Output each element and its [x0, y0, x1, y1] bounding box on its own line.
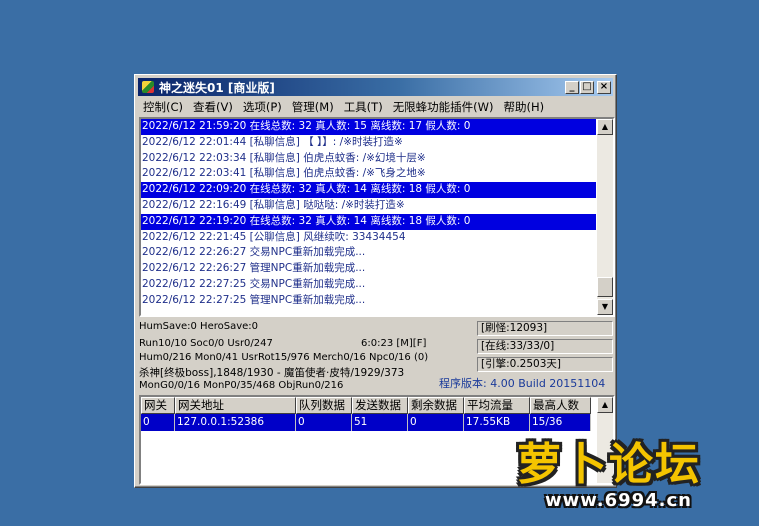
- log-line: 2022/6/12 22:03:41 [私聊信息] 伯虎点蚊香: /※飞身之地※: [142, 167, 426, 180]
- program-version: 程序版本: 4.00 Build 20151104: [439, 377, 606, 390]
- log-line: 2022/6/12 22:03:34 [私聊信息] 伯虎点蚊香: /※幻境十层※: [142, 151, 426, 164]
- log-scrollbar[interactable]: ▲ ▼: [597, 119, 613, 315]
- log-line: 2022/6/12 22:21:45 [公聊信息] 风继续吹: 33434454: [142, 230, 406, 243]
- status-hum: Hum0/216 Mon0/41 UsrRot15/976 Merch0/16 …: [139, 352, 429, 363]
- cell: 0: [408, 414, 464, 431]
- engine-uptime: [引擎:0.2503天]: [477, 357, 613, 372]
- col-remaining[interactable]: 剩余数据: [408, 397, 464, 414]
- menu-view[interactable]: 查看(V): [188, 99, 238, 115]
- menu-bar: 控制(C) 查看(V) 选项(P) 管理(M) 工具(T) 无限蜂功能插件(W)…: [138, 97, 613, 116]
- log-line: 2022/6/12 22:09:20 在线总数: 32 真人数: 14 离线数:…: [141, 182, 596, 198]
- status-save: HumSave:0 HeroSave:0: [139, 321, 259, 332]
- scroll-up-icon[interactable]: ▲: [597, 397, 613, 413]
- status-mon: MonG0/0/16 MonP0/35/468 ObjRun0/216: [139, 380, 344, 391]
- maximize-button[interactable]: □: [580, 80, 594, 94]
- col-sent[interactable]: 发送数据: [352, 397, 408, 414]
- minimize-button[interactable]: _: [565, 80, 579, 94]
- status-run: Run10/10 Soc0/0 Usr0/247: [139, 338, 273, 349]
- refresh-count: [刷怪:12093]: [477, 321, 613, 336]
- scroll-down-icon[interactable]: ▼: [597, 299, 613, 315]
- window-title: 神之迷失01 [商业版]: [159, 80, 275, 95]
- menu-tools[interactable]: 工具(T): [339, 99, 388, 115]
- table-header: 网关 网关地址 队列数据 发送数据 剩余数据 平均流量 最高人数: [141, 397, 591, 414]
- menu-help[interactable]: 帮助(H): [499, 99, 550, 115]
- log-panel[interactable]: 2022/6/12 21:59:20 在线总数: 32 真人数: 15 离线数:…: [139, 117, 615, 317]
- scroll-thumb[interactable]: [597, 277, 613, 297]
- menu-manage[interactable]: 管理(M): [287, 99, 339, 115]
- log-line: 2022/6/12 22:26:27 管理NPC重新加载完成...: [142, 262, 366, 275]
- cell: 0: [296, 414, 352, 431]
- watermark-title: 萝卜论坛: [517, 439, 701, 490]
- online-count: [在线:33/33/0]: [477, 339, 613, 354]
- status-panel: HumSave:0 HeroSave:0 Run10/10 Soc0/0 Usr…: [139, 319, 615, 393]
- cell: 51: [352, 414, 408, 431]
- title-bar[interactable]: 神之迷失01 [商业版] _ □ ×: [138, 78, 613, 96]
- watermark-logo: 萝卜论坛 www.6994.cn: [505, 420, 753, 520]
- app-icon[interactable]: [141, 80, 155, 94]
- log-line: 2022/6/12 21:59:20 在线总数: 32 真人数: 15 离线数:…: [141, 119, 596, 135]
- col-address[interactable]: 网关地址: [175, 397, 296, 414]
- scroll-up-icon[interactable]: ▲: [597, 119, 613, 135]
- log-line: 2022/6/12 22:27:25 交易NPC重新加载完成...: [142, 277, 366, 290]
- col-max-users[interactable]: 最高人数: [530, 397, 591, 414]
- col-queue[interactable]: 队列数据: [296, 397, 352, 414]
- menu-options[interactable]: 选项(P): [238, 99, 287, 115]
- menu-plugins[interactable]: 无限蜂功能插件(W): [388, 99, 499, 115]
- close-button[interactable]: ×: [597, 80, 611, 94]
- col-avg-traffic[interactable]: 平均流量: [464, 397, 530, 414]
- col-gateway[interactable]: 网关: [141, 397, 175, 414]
- cell: 127.0.0.1:52386: [175, 414, 296, 431]
- log-line: 2022/6/12 22:19:20 在线总数: 32 真人数: 14 离线数:…: [141, 213, 596, 230]
- status-time: 6:0:23 [M][F]: [361, 338, 427, 349]
- log-line: 2022/6/12 22:16:49 [私聊信息] 哒哒哒: /※时装打造※: [142, 198, 405, 211]
- status-boss: 杀神[终极boss],1848/1930 - 魔笛使者·皮特/1929/373: [139, 367, 405, 379]
- watermark-url: www.6994.cn: [545, 490, 692, 511]
- log-line: 2022/6/12 22:27:25 管理NPC重新加载完成...: [142, 293, 366, 306]
- log-line: 2022/6/12 22:01:44 [私聊信息] 【 】】: /※时装打造※: [142, 135, 403, 148]
- menu-control[interactable]: 控制(C): [138, 99, 188, 115]
- log-line: 2022/6/12 22:26:27 交易NPC重新加载完成...: [142, 246, 366, 259]
- cell: 0: [141, 414, 175, 431]
